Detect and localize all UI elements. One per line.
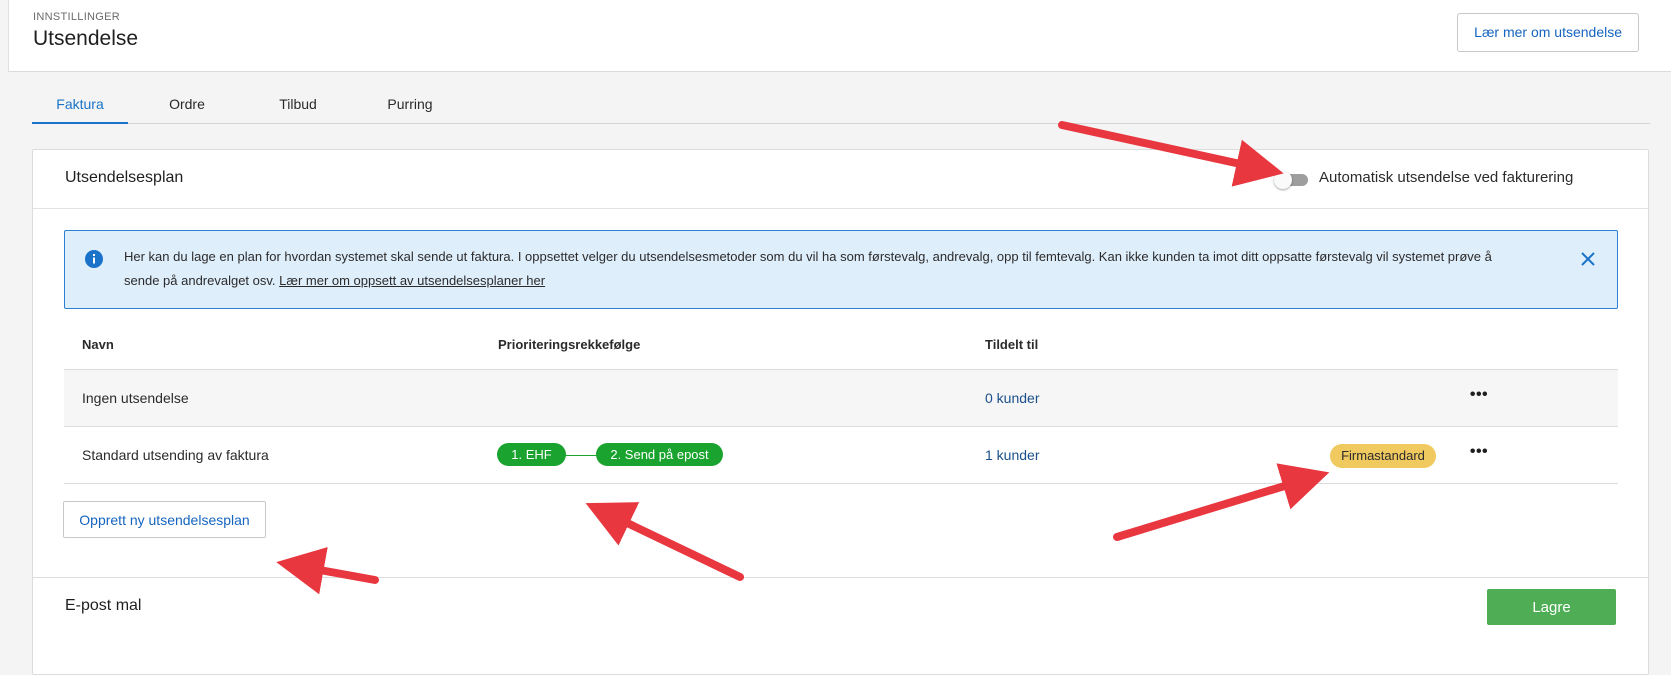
tab-ordre[interactable]: Ordre bbox=[128, 96, 246, 124]
plan-card: Utsendelsesplan Automatisk utsendelse ve… bbox=[32, 149, 1649, 597]
learn-more-button[interactable]: Lær mer om utsendelse bbox=[1457, 13, 1639, 52]
row-name: Standard utsending av faktura bbox=[82, 447, 269, 463]
email-template-card: E-post mal Lagre bbox=[32, 577, 1649, 675]
tab-label: Tilbud bbox=[279, 96, 317, 112]
auto-send-toggle[interactable] bbox=[1274, 171, 1308, 189]
save-button[interactable]: Lagre bbox=[1487, 589, 1616, 625]
row-name: Ingen utsendelse bbox=[82, 390, 189, 406]
priority-connector bbox=[564, 455, 598, 456]
tab-tilbud[interactable]: Tilbud bbox=[246, 96, 350, 124]
column-header-name: Navn bbox=[82, 337, 114, 352]
info-icon bbox=[85, 250, 103, 268]
tab-bar: Faktura Ordre Tilbud Purring bbox=[32, 96, 1650, 124]
plan-card-header: Utsendelsesplan Automatisk utsendelse ve… bbox=[33, 150, 1648, 209]
table-row[interactable]: Ingen utsendelse 0 kunder ••• bbox=[64, 370, 1618, 427]
column-header-priority: Prioriteringsrekkefølge bbox=[498, 337, 641, 352]
info-banner: Her kan du lage en plan for hvordan syst… bbox=[64, 230, 1618, 309]
breadcrumb: INNSTILLINGER bbox=[33, 11, 121, 23]
more-options-icon[interactable]: ••• bbox=[1467, 387, 1491, 407]
tab-label: Ordre bbox=[169, 96, 205, 112]
priority-pill-1: 1. EHF bbox=[497, 443, 566, 466]
toggle-knob bbox=[1274, 171, 1292, 189]
table-header: Navn Prioriteringsrekkefølge Tildelt til bbox=[64, 322, 1618, 370]
default-badge: Firmastandard bbox=[1330, 444, 1436, 468]
create-plan-button[interactable]: Opprett ny utsendelsesplan bbox=[63, 501, 266, 538]
info-text-block: Her kan du lage en plan for hvordan syst… bbox=[124, 245, 1504, 293]
tab-faktura[interactable]: Faktura bbox=[32, 96, 128, 124]
row-assigned-link[interactable]: 1 kunder bbox=[985, 447, 1039, 463]
column-header-assigned: Tildelt til bbox=[985, 337, 1039, 352]
table-row[interactable]: Standard utsending av faktura 1. EHF 2. … bbox=[64, 427, 1618, 484]
info-learn-link[interactable]: Lær mer om oppsett av utsendelsesplaner … bbox=[279, 273, 545, 288]
more-options-icon[interactable]: ••• bbox=[1467, 444, 1491, 464]
auto-send-label: Automatisk utsendelse ved fakturering bbox=[1319, 169, 1574, 186]
plan-table: Navn Prioriteringsrekkefølge Tildelt til… bbox=[64, 322, 1618, 484]
row-assigned-link[interactable]: 0 kunder bbox=[985, 390, 1039, 406]
page-title: Utsendelse bbox=[33, 27, 139, 50]
tab-label: Purring bbox=[387, 96, 433, 112]
close-icon[interactable] bbox=[1579, 250, 1597, 268]
tab-purring[interactable]: Purring bbox=[350, 96, 470, 124]
tab-label: Faktura bbox=[56, 96, 104, 112]
email-template-title: E-post mal bbox=[65, 597, 142, 614]
priority-pill-2: 2. Send på epost bbox=[596, 443, 723, 466]
plan-card-title: Utsendelsesplan bbox=[65, 169, 184, 186]
top-header: INNSTILLINGER Utsendelse Lær mer om utse… bbox=[8, 0, 1671, 72]
